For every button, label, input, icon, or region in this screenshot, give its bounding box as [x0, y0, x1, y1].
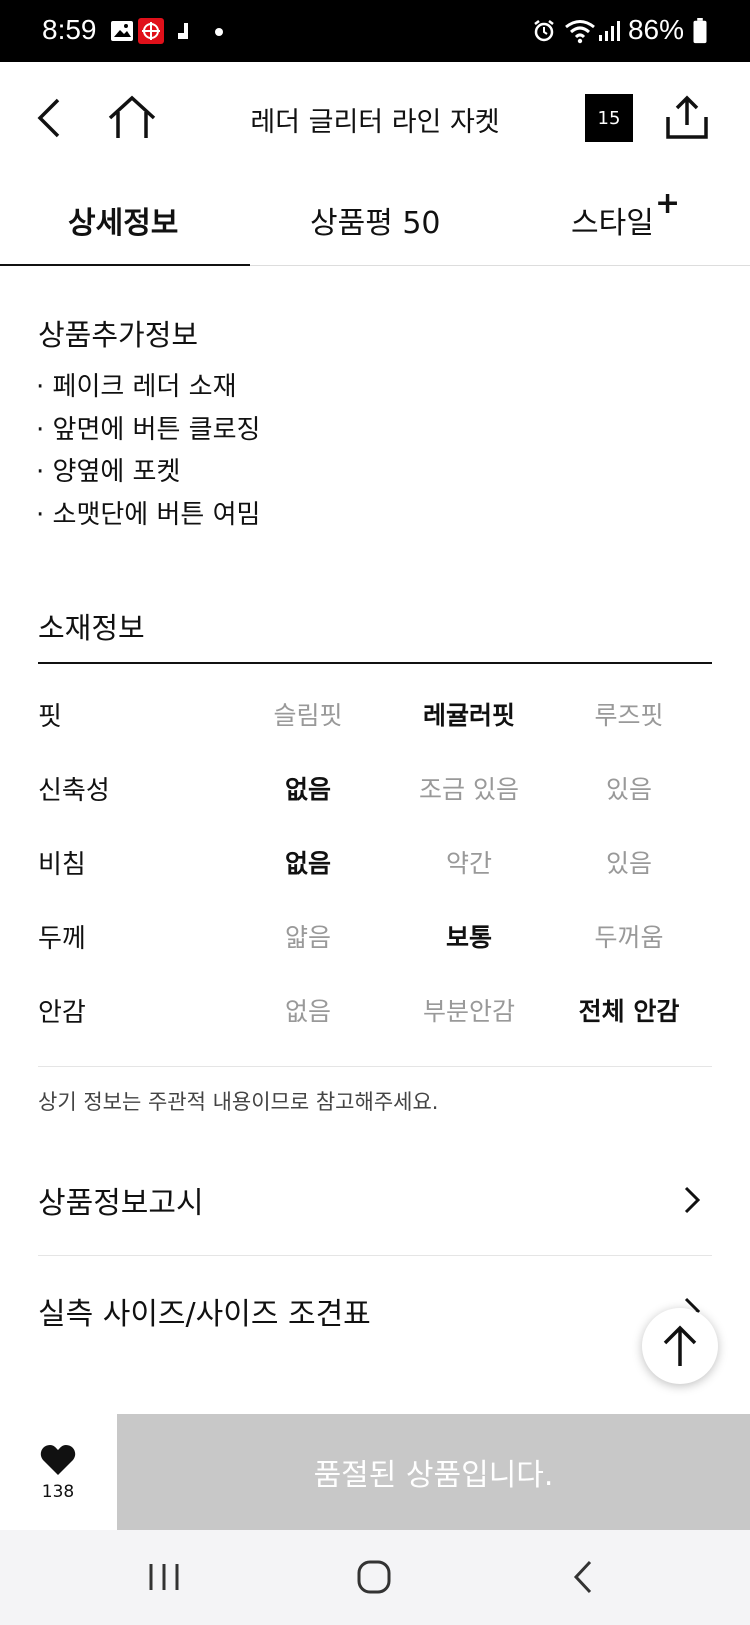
active-tab-indicator: [0, 264, 250, 266]
like-count: 138: [41, 1482, 75, 1502]
list-item: · 앞면에 버튼 클로징: [36, 414, 261, 445]
material-option: 레귤러핏: [422, 701, 515, 730]
material-option: 있음: [605, 775, 652, 804]
recent-apps-icon: [149, 1564, 179, 1590]
material-label: 두께: [38, 924, 86, 954]
back-arrow-icon: [37, 98, 60, 138]
more-notifications-icon: [215, 28, 223, 36]
material-option: 얇음: [284, 923, 331, 952]
back-nav-icon: [573, 1560, 592, 1594]
size-chart-link[interactable]: 실측 사이즈/사이즈 조견표: [38, 1281, 712, 1341]
list-item: · 페이크 레더 소재: [36, 372, 237, 402]
material-note: 상기 정보는 주관적 내용이므로 참고해주세요.: [38, 1090, 439, 1114]
home-button[interactable]: [104, 90, 160, 146]
material-option: 전체 안감: [578, 997, 680, 1026]
material-option: 보통: [445, 923, 492, 952]
plus-icon: +: [655, 186, 681, 221]
tab-bar: 상세정보 상품평 50 스타일 +: [0, 174, 750, 266]
app-notification-icon: [138, 18, 164, 44]
material-info-title: 소재정보: [38, 611, 145, 645]
status-time: 8:59: [42, 14, 97, 45]
tab-detail[interactable]: 상세정보: [68, 198, 178, 242]
material-option: 루즈핏: [594, 701, 664, 730]
material-option: 두꺼움: [594, 923, 664, 952]
status-bar: 8:59 86%: [0, 0, 750, 62]
alarm-icon: [534, 20, 554, 42]
arrow-up-icon: [663, 1325, 697, 1366]
material-option: 조금 있음: [419, 775, 519, 804]
wifi-icon: [565, 20, 595, 44]
size-chart-label: 실측 사이즈/사이즈 조견표: [38, 1297, 371, 1332]
battery-icon: [693, 18, 707, 44]
material-label: 비침: [38, 850, 86, 880]
page-title: 레더 글리터 라인 자켓: [250, 107, 500, 138]
list-item: · 양옆에 포켓: [36, 457, 181, 487]
home-icon: [108, 95, 156, 138]
list-item: · 소맷단에 버튼 여밈: [36, 499, 261, 530]
soldout-button[interactable]: 품절된 상품입니다.: [117, 1414, 750, 1530]
divider: [38, 1066, 712, 1067]
material-option: 부분안감: [422, 997, 515, 1026]
battery-percent: 86%: [627, 14, 684, 45]
material-row-stretch: 신축성 없음 조금 있음 있음: [0, 770, 750, 810]
material-option: 없음: [284, 997, 331, 1026]
share-button[interactable]: [659, 90, 715, 146]
bottom-action-bar: 138 품절된 상품입니다.: [0, 1414, 750, 1530]
material-option: 슬림핏: [273, 701, 343, 730]
chevron-right-icon: [684, 1186, 701, 1214]
home-nav-button[interactable]: [344, 1552, 404, 1602]
scroll-top-button[interactable]: [642, 1308, 718, 1384]
cart-button[interactable]: 15: [585, 94, 633, 142]
heart-icon: [40, 1445, 76, 1475]
app-notification-icon: [178, 23, 188, 39]
material-option: 없음: [284, 849, 331, 878]
tab-style[interactable]: 스타일: [571, 198, 654, 242]
material-label: 핏: [38, 702, 62, 732]
extra-info-title: 상품추가정보: [38, 318, 199, 352]
system-nav-bar: [0, 1530, 750, 1625]
material-row-fit: 핏 슬림핏 레귤러핏 루즈핏: [0, 696, 750, 736]
share-icon: [666, 95, 708, 139]
material-label: 신축성: [38, 776, 110, 806]
divider: [38, 1255, 712, 1256]
tab-reviews[interactable]: 상품평 50: [310, 198, 441, 242]
product-notice-link[interactable]: 상품정보고시: [38, 1170, 712, 1230]
signal-icon: [599, 21, 620, 41]
like-button[interactable]: 138: [30, 1444, 86, 1502]
material-divider: [38, 662, 712, 664]
back-nav-button[interactable]: [554, 1552, 614, 1602]
product-notice-label: 상품정보고시: [38, 1186, 204, 1221]
material-label: 안감: [38, 998, 86, 1028]
home-circle-icon: [357, 1560, 391, 1594]
back-button[interactable]: [22, 90, 78, 146]
material-row-thickness: 두께 얇음 보통 두꺼움: [0, 918, 750, 958]
material-option: 없음: [284, 775, 331, 804]
material-option: 있음: [605, 849, 652, 878]
recent-apps-button[interactable]: [134, 1552, 194, 1602]
material-row-sheer: 비침 없음 약간 있음: [0, 844, 750, 884]
gallery-icon: [111, 21, 133, 41]
material-option: 약간: [445, 849, 492, 878]
extra-info-list: · 페이크 레더 소재 · 앞면에 버튼 클로징 · 양옆에 포켓 · 소맷단에…: [36, 366, 260, 536]
material-row-lining: 안감 없음 부분안감 전체 안감: [0, 992, 750, 1032]
app-header: 레더 글리터 라인 자켓 15: [0, 62, 750, 174]
